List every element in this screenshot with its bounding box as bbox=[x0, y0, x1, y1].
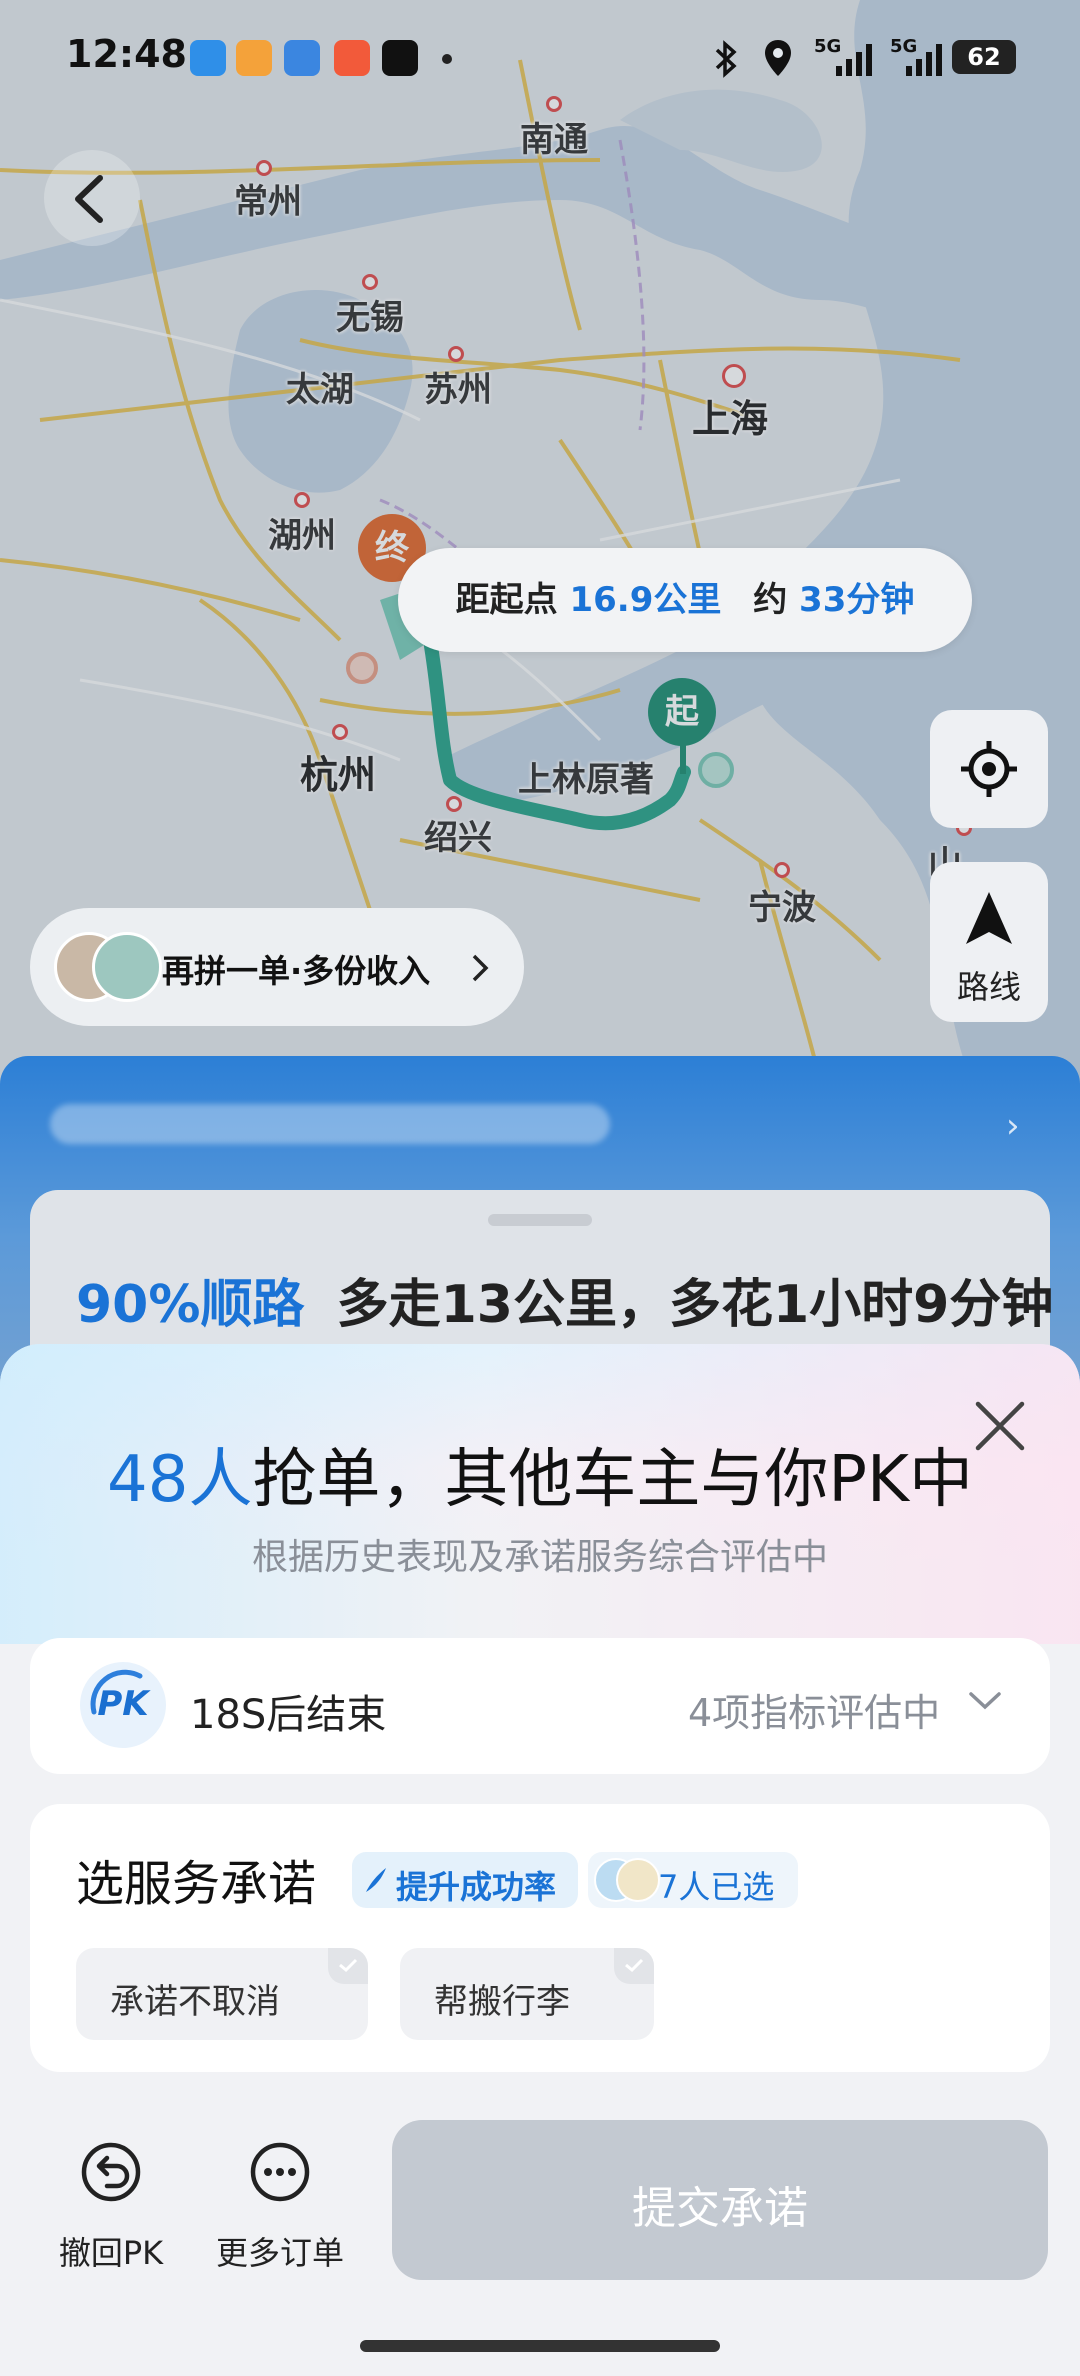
city-dot-shanghai bbox=[722, 364, 746, 388]
app-icon-hitch bbox=[190, 40, 226, 76]
back-button[interactable] bbox=[44, 150, 140, 246]
carpool-label: 再拼一单·多份收入 bbox=[162, 952, 431, 990]
option-label: 承诺不取消 bbox=[110, 1982, 280, 2022]
distance-prefix: 距起点 bbox=[455, 580, 558, 620]
app-icon-cloud bbox=[284, 40, 320, 76]
more-dots-icon bbox=[250, 2142, 310, 2202]
selected-count-label: 7人已选 bbox=[658, 1868, 775, 1906]
avatar bbox=[616, 1858, 660, 1902]
pk-badge-label: PK bbox=[97, 1684, 149, 1724]
city-dot-wuxi bbox=[362, 274, 378, 290]
undo-icon bbox=[81, 2142, 141, 2202]
pk-timer-card[interactable]: PK 18S后结束 4项指标评估中 bbox=[30, 1638, 1050, 1774]
locate-button[interactable] bbox=[930, 710, 1048, 828]
distance-km: 16.9公里 bbox=[569, 580, 722, 620]
option-no-cancel[interactable]: 承诺不取消 bbox=[76, 1948, 368, 2040]
drag-handle[interactable] bbox=[488, 1214, 592, 1226]
map-label-hangzhou: 杭州 bbox=[300, 753, 377, 797]
map-label-huzhou: 湖州 bbox=[268, 516, 336, 556]
withdraw-pk-label: 撤回PK bbox=[58, 2234, 164, 2272]
pk-title-rest: 抢单，其他车主与你PK中 bbox=[252, 1443, 973, 1517]
pk-title: 48人抢单，其他车主与你PK中 bbox=[0, 1428, 1080, 1520]
map-label-changzhou: 常州 bbox=[234, 182, 302, 222]
carpool-more-pill[interactable]: 再拼一单·多份收入 bbox=[30, 908, 524, 1026]
city-dot-huzhou bbox=[294, 492, 310, 508]
location-icon bbox=[765, 40, 791, 76]
back-arrow-icon bbox=[75, 175, 103, 223]
current-location-dot bbox=[698, 752, 734, 788]
route-button[interactable]: 路线 bbox=[930, 862, 1048, 1022]
boost-tag-label: 提升成功率 bbox=[396, 1868, 557, 1906]
map-label-shanghai: 上海 bbox=[692, 397, 769, 441]
signal-bars-icon bbox=[836, 44, 872, 76]
app-icon-red bbox=[334, 40, 370, 76]
chevron-right-icon bbox=[472, 954, 489, 982]
city-dot-ningbo bbox=[774, 862, 790, 878]
distance-pill: 距起点 16.9公里 约 33分钟 bbox=[398, 548, 972, 652]
bluetooth-icon bbox=[715, 40, 737, 78]
distance-about: 约 bbox=[753, 580, 788, 620]
map-label-taihu: 太湖 bbox=[286, 370, 354, 410]
pk-subtitle: 根据历史表现及承诺服务综合评估中 bbox=[251, 1537, 828, 1578]
distance-minutes: 33分钟 bbox=[799, 580, 915, 620]
boost-tag: 提升成功率 bbox=[352, 1852, 578, 1908]
selected-count-tag: 7人已选 bbox=[588, 1852, 798, 1908]
blurred-passenger-info bbox=[50, 1104, 610, 1144]
navigation-arrow-icon bbox=[966, 892, 1012, 944]
detour-detail: 多走13公里，多花1小时9分钟 bbox=[336, 1275, 1054, 1335]
submit-promise-button[interactable]: 提交承诺 bbox=[392, 2120, 1048, 2280]
submit-label: 提交承诺 bbox=[632, 2183, 808, 2234]
chevron-right-icon[interactable]: › bbox=[1006, 1106, 1020, 1146]
app-icon-orange bbox=[236, 40, 272, 76]
tiktok-icon bbox=[382, 40, 418, 76]
pk-timer: 18S后结束 bbox=[190, 1692, 387, 1738]
home-indicator[interactable] bbox=[360, 2340, 720, 2352]
rocket-icon bbox=[366, 1868, 386, 1892]
battery-indicator: 62 bbox=[952, 40, 1016, 74]
signal-bars-2-icon bbox=[906, 44, 942, 76]
checkmark-icon bbox=[614, 1948, 654, 1984]
map-label-origin: 上林原著 bbox=[518, 760, 654, 800]
city-dot-suzhou bbox=[448, 346, 464, 362]
map-label-suzhou: 苏州 bbox=[424, 370, 492, 410]
eval-status: 4项指标评估中 bbox=[688, 1691, 941, 1735]
pk-count: 48人 bbox=[107, 1443, 253, 1517]
service-promise-card: 选服务承诺 提升成功率 7人已选 承诺不取消 帮搬行李 bbox=[30, 1804, 1050, 2072]
chevron-down-icon bbox=[969, 1692, 1001, 1710]
avatar bbox=[92, 932, 162, 1002]
locate-crosshair-icon bbox=[961, 741, 1017, 797]
detour-summary: 90%顺路 多走13公里，多花1小时9分钟 bbox=[76, 1262, 1053, 1337]
option-carry-luggage[interactable]: 帮搬行李 bbox=[400, 1948, 654, 2040]
start-marker-stem bbox=[680, 744, 686, 774]
route-button-label: 路线 bbox=[956, 968, 1021, 1006]
more-orders-label: 更多订单 bbox=[215, 2234, 344, 2272]
more-notifications-dot bbox=[442, 54, 452, 64]
status-bar: 12:48 5G 5G 62 bbox=[0, 0, 1080, 110]
detour-percent: 90%顺路 bbox=[76, 1275, 305, 1335]
map-label-ningbo: 宁波 bbox=[748, 888, 816, 928]
status-time: 12:48 bbox=[66, 32, 187, 76]
promise-title: 选服务承诺 bbox=[76, 1856, 317, 1912]
checkmark-icon bbox=[328, 1948, 368, 1984]
city-dot-hangzhou bbox=[332, 724, 348, 740]
option-label: 帮搬行李 bbox=[434, 1982, 570, 2022]
map-label-wuxi: 无锡 bbox=[336, 298, 404, 338]
map-label-nantong: 南通 bbox=[520, 120, 588, 160]
pk-badge-icon: PK bbox=[80, 1662, 166, 1748]
map-label-shaoxing: 绍兴 bbox=[424, 818, 492, 858]
poi-marker bbox=[346, 652, 378, 684]
start-marker[interactable]: 起 bbox=[648, 678, 716, 746]
